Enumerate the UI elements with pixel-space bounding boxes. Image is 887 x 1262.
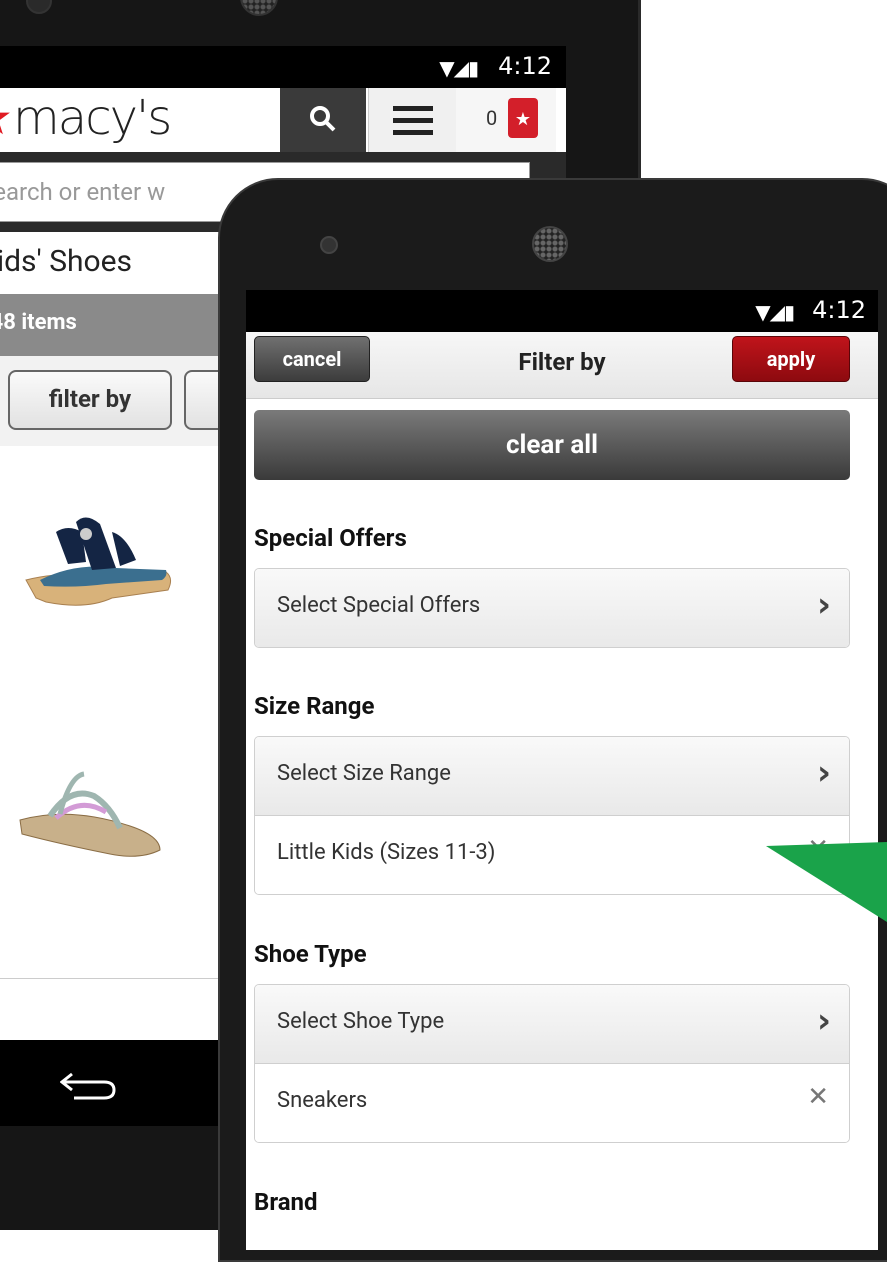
- app-header: ★macy's 0 ★: [0, 88, 566, 152]
- hamburger-icon: [393, 106, 433, 135]
- selected-filter-item: Little Kids (Sizes 11-3) ✕: [255, 816, 849, 894]
- size-range-select: Select Size Range › Little Kids (Sizes 1…: [254, 736, 850, 895]
- macys-logo[interactable]: ★macy's: [0, 90, 172, 146]
- select-label: Select Size Range: [277, 761, 451, 786]
- logo-text: macy's: [13, 90, 172, 146]
- shopping-bag-icon: ★: [508, 98, 538, 138]
- select-shoe-type-row[interactable]: Select Shoe Type ›: [255, 985, 849, 1064]
- select-special-offers-row[interactable]: Select Special Offers ›: [255, 569, 849, 647]
- selected-filter-label: Sneakers: [277, 1088, 368, 1113]
- menu-button[interactable]: [368, 88, 458, 152]
- section-title-size-range: Size Range: [254, 692, 375, 720]
- back-arrow-icon[interactable]: [60, 1070, 120, 1100]
- bag-count: 0: [486, 106, 498, 130]
- chevron-right-icon: ›: [816, 753, 831, 793]
- product-image-wedge-sandal: [25, 517, 172, 606]
- signal-battery-icons: ▼◢▮: [439, 56, 479, 80]
- remove-x-icon[interactable]: ✕: [807, 1082, 829, 1112]
- select-label: Select Shoe Type: [277, 1009, 445, 1034]
- section-title-shoe-type: Shoe Type: [254, 940, 367, 968]
- special-offers-select: Select Special Offers ›: [254, 568, 850, 648]
- selected-filter-item: Sneakers ✕: [255, 1064, 849, 1142]
- logo-star-icon: ★: [0, 90, 13, 146]
- speaker-grille: [532, 226, 568, 262]
- status-bar: ▼◢▮ 4:12: [246, 290, 878, 332]
- chevron-right-icon: ›: [816, 1001, 831, 1041]
- status-time: 4:12: [498, 52, 552, 80]
- section-title-special-offers: Special Offers: [254, 524, 407, 552]
- product-image-thong-sandal: [19, 771, 161, 857]
- item-count: 848 items: [0, 310, 77, 335]
- signal-battery-icons: ▼◢▮: [755, 300, 795, 324]
- speaker-grille: [240, 0, 278, 16]
- foreground-phone: ▼◢▮ 4:12 cancel Filter by apply clear al…: [218, 178, 887, 1262]
- search-button[interactable]: [280, 88, 366, 152]
- camera-icon: [26, 0, 52, 14]
- filter-by-button[interactable]: filter by: [8, 370, 172, 430]
- green-accent-shape: [766, 842, 887, 922]
- camera-icon: [320, 236, 338, 254]
- clear-all-button[interactable]: clear all: [254, 410, 850, 480]
- selected-filter-label: Little Kids (Sizes 11-3): [277, 840, 496, 865]
- select-label: Select Special Offers: [277, 593, 481, 618]
- status-time: 4:12: [812, 296, 866, 324]
- apply-button[interactable]: apply: [732, 336, 850, 382]
- section-title-brand: Brand: [254, 1188, 318, 1216]
- search-icon: [310, 106, 336, 132]
- shoe-type-select: Select Shoe Type › Sneakers ✕: [254, 984, 850, 1143]
- filter-header: cancel Filter by apply: [246, 332, 878, 399]
- select-size-range-row[interactable]: Select Size Range ›: [255, 737, 849, 816]
- shopping-bag-button[interactable]: 0 ★: [456, 88, 556, 152]
- filter-screen: ▼◢▮ 4:12 cancel Filter by apply clear al…: [246, 290, 878, 1250]
- chevron-right-icon: ›: [816, 585, 831, 625]
- status-bar: ▼◢▮ 4:12: [0, 46, 566, 88]
- category-title: Kids' Shoes: [0, 244, 133, 279]
